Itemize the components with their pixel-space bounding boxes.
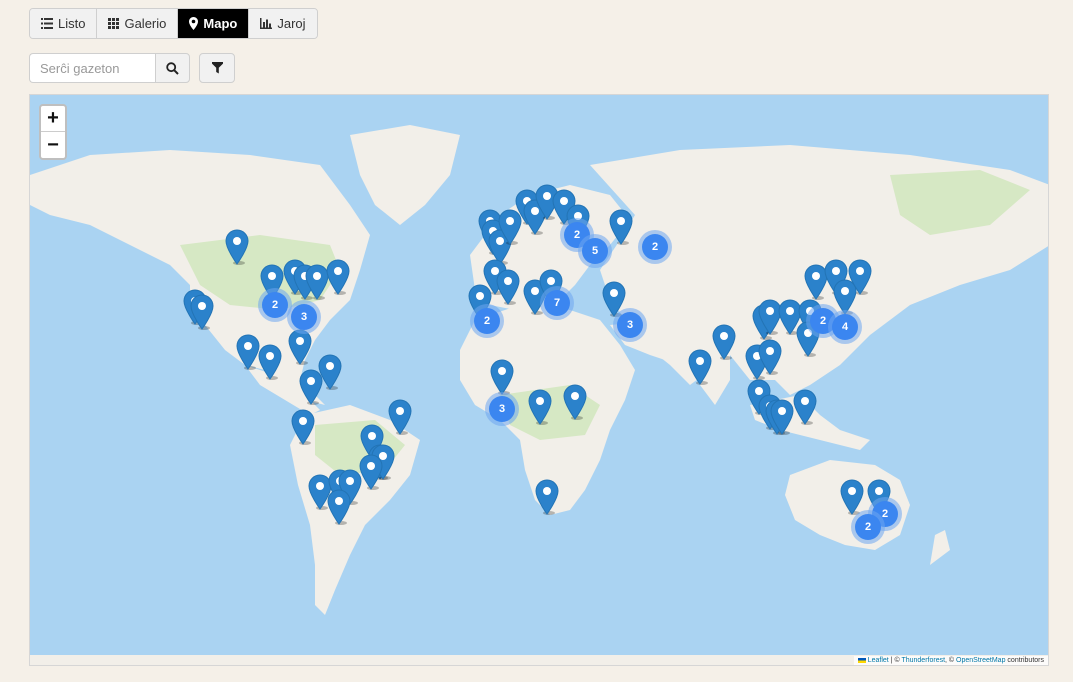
map-marker[interactable] [535,479,559,515]
cluster-count: 7 [544,290,570,316]
search-bar [29,53,190,83]
cluster-count: 3 [617,312,643,338]
map-marker[interactable] [496,269,520,305]
map-marker[interactable] [848,259,872,295]
map-marker[interactable] [236,334,260,370]
map-marker[interactable] [388,399,412,435]
map-marker[interactable] [299,369,323,405]
marker-cluster[interactable]: 3 [613,308,647,342]
map-marker[interactable] [326,259,350,295]
cluster-count: 5 [582,238,608,264]
leaflet-flag-icon [857,657,866,663]
marker-cluster[interactable]: 4 [828,310,862,344]
grid-icon [108,18,120,29]
map-marker[interactable] [609,209,633,245]
cluster-count: 4 [832,314,858,340]
osm-link[interactable]: OpenStreetMap [956,657,1005,664]
tab-years-label: Jaroj [277,16,306,31]
cluster-count: 3 [291,304,317,330]
map-basemap [30,125,1048,665]
map-marker[interactable] [563,384,587,420]
tab-list[interactable]: Listo [30,9,98,38]
map-marker-icon [189,17,199,30]
marker-cluster[interactable]: 2 [851,510,885,544]
filter-icon [211,62,223,74]
map-marker[interactable] [490,359,514,395]
cluster-count: 2 [474,308,500,334]
attribution-suffix: contributors [1007,657,1044,664]
map-marker[interactable] [793,389,817,425]
map-marker[interactable] [840,479,864,515]
cluster-count: 3 [489,396,515,422]
marker-cluster[interactable]: 5 [578,234,612,268]
world-map[interactable]: + − 2327252332422 Leaflet | © Thunderfor… [29,94,1049,666]
zoom-out-button[interactable]: − [41,132,65,158]
tab-list-label: Listo [58,16,86,31]
view-tabs: Listo Galerio Mapo Jaroj [29,8,318,39]
thunderforest-link[interactable]: Thunderforest [901,657,945,664]
tab-map[interactable]: Mapo [178,9,250,38]
marker-cluster[interactable]: 2 [470,304,504,338]
marker-cluster[interactable]: 7 [540,286,574,320]
marker-cluster[interactable]: 3 [287,300,321,334]
map-marker[interactable] [258,344,282,380]
tab-gallery-label: Galerio [124,16,167,31]
map-marker[interactable] [225,229,249,265]
map-marker[interactable] [327,489,351,525]
map-marker[interactable] [190,294,214,330]
marker-cluster[interactable]: 3 [485,392,519,426]
cluster-count: 2 [855,514,881,540]
map-marker[interactable] [688,349,712,385]
cluster-count: 2 [262,292,288,318]
map-marker[interactable] [758,339,782,375]
map-marker[interactable] [359,454,383,490]
leaflet-link[interactable]: Leaflet [868,657,889,664]
tab-gallery[interactable]: Galerio [97,9,179,38]
search-icon [166,61,179,75]
zoom-in-button[interactable]: + [41,106,65,132]
bar-chart-icon [260,18,273,29]
map-marker[interactable] [712,324,736,360]
filter-button[interactable] [199,53,235,83]
zoom-control: + − [39,104,67,160]
tab-map-label: Mapo [203,16,238,31]
marker-cluster[interactable]: 2 [638,230,672,264]
map-marker[interactable] [770,399,794,435]
map-marker[interactable] [291,409,315,445]
search-input[interactable] [29,53,155,83]
map-marker[interactable] [528,389,552,425]
search-button[interactable] [155,53,190,83]
list-icon [41,18,53,29]
map-attribution: Leaflet | © Thunderforest, © OpenStreetM… [853,656,1048,665]
tab-years[interactable]: Jaroj [249,9,317,38]
cluster-count: 2 [642,234,668,260]
map-marker[interactable] [288,329,312,365]
